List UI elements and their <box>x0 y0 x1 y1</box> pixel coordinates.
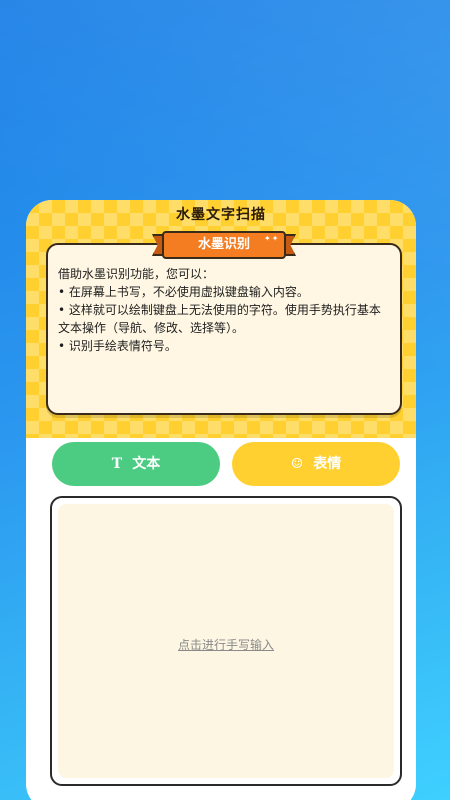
handwriting-canvas[interactable]: 点击进行手写输入 <box>58 504 394 778</box>
handwriting-area[interactable]: 点击进行手写输入 <box>50 496 402 786</box>
sparkle-icon: ✦✦ <box>264 234 280 243</box>
description-text: 借助水墨识别功能，您可以： • 在屏幕上书写，不必使用虚拟键盘输入内容。 • 这… <box>58 265 390 355</box>
description-bullet-2: • 这样就可以绘制键盘上无法使用的字符。使用手势执行基本 <box>58 303 381 317</box>
description-box: 借助水墨识别功能，您可以： • 在屏幕上书写，不必使用虚拟键盘输入内容。 • 这… <box>46 243 402 415</box>
smiley-icon: ☺ <box>290 456 304 472</box>
text-icon: T <box>111 456 123 472</box>
card-title: 水墨文字扫描 <box>176 207 266 223</box>
ink-recognition-card: 水墨文字扫描 水墨识别 ✦✦ 借助水墨识别功能，您可以： • 在屏幕上书写，不必… <box>26 200 416 800</box>
description-bullet-2-cont: 文本操作（导航、修改、选择等）。 <box>58 321 245 335</box>
description-bullet-1: • 在屏幕上书写，不必使用虚拟键盘输入内容。 <box>58 285 309 299</box>
handwriting-hint[interactable]: 点击进行手写输入 <box>58 636 394 653</box>
tab-text-label: 文本 <box>132 456 161 472</box>
tab-text[interactable]: T 文本 <box>52 442 220 486</box>
description-intro: 借助水墨识别功能，您可以： <box>58 267 215 281</box>
tab-emoji[interactable]: ☺ 表情 <box>232 442 400 486</box>
tab-emoji-label: 表情 <box>313 456 342 472</box>
description-bullet-3: • 识别手绘表情符号。 <box>58 339 177 353</box>
